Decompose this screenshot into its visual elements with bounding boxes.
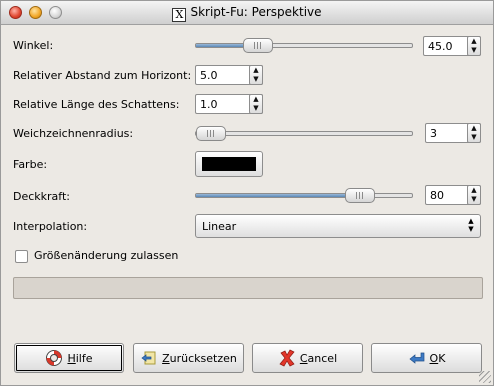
blur-radius-slider[interactable] (195, 126, 413, 141)
angle-increment-icon[interactable]: ▲ (468, 37, 480, 46)
opacity-decrement-icon[interactable]: ▼ (468, 195, 480, 204)
interpolation-select[interactable]: Linear ▲ ▼ (195, 214, 481, 238)
cancel-button[interactable]: Cancel (252, 343, 363, 373)
reset-icon (141, 351, 156, 365)
opacity-slider-fill (196, 194, 360, 197)
combo-updown-icon: ▲ ▼ (468, 217, 474, 233)
color-swatch (202, 157, 256, 171)
ok-arrow-icon (408, 352, 424, 364)
shadow-length-increment-icon[interactable]: ▲ (250, 95, 262, 104)
horizon-distance-value: 5.0 (200, 69, 218, 82)
resize-grip[interactable] (479, 371, 491, 383)
opacity-increment-icon[interactable]: ▲ (468, 186, 480, 195)
blur-radius-label: Weichzeichnenradius: (13, 127, 134, 140)
ok-button[interactable]: OK (371, 343, 482, 373)
angle-slider[interactable] (195, 38, 413, 53)
ok-button-label: OK (429, 351, 446, 365)
reset-button-label: Zurücksetzen (162, 351, 237, 365)
shadow-length-label: Relative Länge des Schattens: (13, 98, 180, 111)
shadow-length-spinbox[interactable]: 1.0 ▲ ▼ (195, 94, 263, 114)
angle-spin-buttons[interactable]: ▲ ▼ (467, 36, 481, 56)
cancel-x-icon (279, 349, 295, 367)
progress-bar (13, 277, 483, 299)
angle-spinbox[interactable]: 45.0 ▲ ▼ (423, 36, 481, 56)
blur-radius-value: 3 (430, 127, 437, 140)
angle-label: Winkel: (13, 39, 54, 52)
interpolation-label: Interpolation: (13, 220, 88, 233)
opacity-value: 80 (430, 189, 444, 202)
help-button[interactable]: Hilfe (14, 343, 124, 373)
blur-radius-decrement-icon[interactable]: ▼ (468, 133, 480, 142)
resize-checkbox-label[interactable]: Größenänderung zulassen (34, 249, 178, 262)
horizon-distance-increment-icon[interactable]: ▲ (250, 66, 262, 75)
blur-radius-spinbox[interactable]: 3 ▲ ▼ (425, 123, 481, 143)
blur-radius-slider-thumb[interactable] (196, 126, 226, 141)
opacity-spin-buttons[interactable]: ▲ ▼ (467, 185, 481, 205)
shadow-length-decrement-icon[interactable]: ▼ (250, 104, 262, 113)
horizon-distance-spin-buttons[interactable]: ▲ ▼ (249, 65, 263, 85)
angle-decrement-icon[interactable]: ▼ (468, 46, 480, 55)
title-bar: X Skript-Fu: Perspektive (1, 1, 493, 25)
shadow-length-spin-buttons[interactable]: ▲ ▼ (249, 94, 263, 114)
opacity-slider-thumb[interactable] (345, 188, 375, 203)
horizon-distance-decrement-icon[interactable]: ▼ (250, 75, 262, 84)
x11-icon: X (172, 8, 187, 22)
cancel-button-label: Cancel (299, 351, 338, 365)
blur-radius-increment-icon[interactable]: ▲ (468, 124, 480, 133)
resize-checkbox[interactable] (15, 250, 28, 263)
opacity-spinbox[interactable]: 80 ▲ ▼ (425, 185, 481, 205)
opacity-label: Deckkraft: (13, 190, 70, 203)
horizon-distance-label: Relativer Abstand zum Horizont: (13, 69, 192, 82)
window-title-text: Skript-Fu: Perspektive (190, 5, 322, 19)
reset-button[interactable]: Zurücksetzen (133, 343, 244, 373)
shadow-length-value: 1.0 (200, 98, 218, 111)
dialog-window: X Skript-Fu: Perspektive Winkel: 45.0 ▲ ▼… (0, 0, 494, 386)
color-label: Farbe: (13, 158, 48, 171)
blur-radius-spin-buttons[interactable]: ▲ ▼ (467, 123, 481, 143)
color-picker-button[interactable] (195, 151, 263, 177)
angle-slider-thumb[interactable] (243, 38, 273, 53)
help-button-label: Hilfe (67, 351, 93, 365)
opacity-slider[interactable] (195, 188, 413, 203)
interpolation-value: Linear (202, 220, 237, 233)
horizon-distance-spinbox[interactable]: 5.0 ▲ ▼ (195, 65, 263, 85)
window-title: X Skript-Fu: Perspektive (1, 5, 493, 22)
angle-value: 45.0 (428, 40, 453, 53)
lifebuoy-icon (46, 350, 63, 366)
